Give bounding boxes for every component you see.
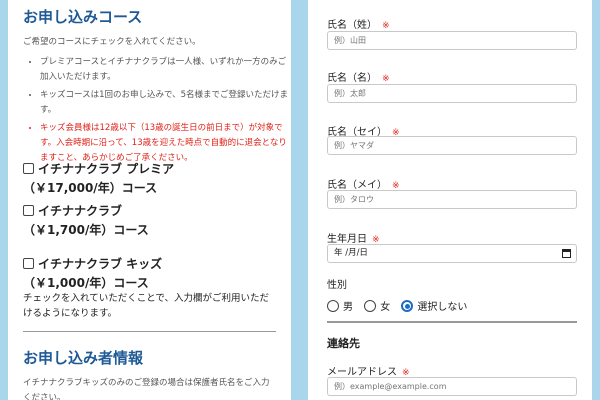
gender-option-unspecified[interactable]: 選択しない bbox=[401, 300, 467, 313]
course-notes: プレミアコースとイチナナクラブは一人様、いずれか一方のみご加入いただけます。 キ… bbox=[22, 55, 291, 169]
checkbox-footnote: チェックを入れていただくことで、入力欄がご利用いただけるようになります。 bbox=[23, 293, 270, 319]
last-name-input[interactable] bbox=[327, 31, 577, 50]
gender-radio-group: 男 女 選択しない bbox=[327, 298, 475, 313]
note-item: キッズコースは1回のお申し込みで、5名様までご登録いただけます。 bbox=[40, 88, 291, 118]
applicant-intro: イチナナクラブキッズのみのご登録の場合は保護者氏名をご入力ください。 bbox=[23, 378, 270, 400]
required-mark: ※ bbox=[382, 74, 390, 84]
birthdate-label: 生年月日 ※ bbox=[327, 234, 380, 245]
gender-option-male[interactable]: 男 bbox=[327, 300, 353, 313]
course-option-kids[interactable]: イチナナクラブ キッズ （￥1,000/年）コース bbox=[23, 255, 273, 293]
last-name-label: 氏名（姓） ※ bbox=[327, 20, 390, 31]
standard-checkbox[interactable] bbox=[23, 205, 34, 216]
first-name-kana-input[interactable] bbox=[327, 190, 577, 209]
gender-label: 性別 bbox=[327, 280, 347, 291]
contact-divider bbox=[327, 321, 577, 323]
premier-checkbox[interactable] bbox=[23, 163, 34, 174]
required-mark: ※ bbox=[382, 21, 390, 31]
radio-unspecified[interactable] bbox=[401, 300, 414, 312]
radio-male[interactable] bbox=[327, 300, 339, 312]
kids-checkbox[interactable] bbox=[23, 258, 34, 269]
gender-option-female[interactable]: 女 bbox=[364, 300, 390, 313]
email-label: メールアドレス ※ bbox=[327, 367, 410, 378]
section-divider bbox=[23, 331, 276, 332]
course-option-premier[interactable]: イチナナクラブ プレミア （￥17,000/年）コース bbox=[23, 160, 273, 198]
course-section-title: お申し込みコース bbox=[23, 8, 143, 26]
applicant-form-panel: 氏名（姓）※ 氏名（名）※ 氏名（セイ）※ 氏名（メイ）※ 生年月日※ 年 /月… bbox=[308, 0, 592, 400]
first-name-label: 氏名（名） ※ bbox=[327, 73, 390, 84]
calendar-icon[interactable] bbox=[562, 249, 571, 258]
course-option-standard[interactable]: イチナナクラブ （￥1,700/年）コース bbox=[23, 202, 273, 240]
first-name-kana-label: 氏名（メイ） ※ bbox=[327, 180, 400, 191]
first-name-input[interactable] bbox=[327, 84, 577, 103]
note-item: プレミアコースとイチナナクラブは一人様、いずれか一方のみご加入いただけます。 bbox=[40, 55, 291, 85]
last-name-kana-input[interactable] bbox=[327, 136, 577, 155]
contact-section-title: 連絡先 bbox=[327, 337, 360, 350]
course-panel: お申し込みコース ご希望のコースにチェックを入れてください。 プレミアコースとイ… bbox=[8, 0, 291, 400]
applicant-section-title: お申し込み者情報 bbox=[23, 349, 144, 367]
birthdate-input[interactable]: 年 /月/日 bbox=[327, 244, 577, 263]
email-input[interactable] bbox=[327, 377, 577, 396]
course-intro: ご希望のコースにチェックを入れてください。 bbox=[23, 37, 201, 47]
radio-female[interactable] bbox=[364, 300, 377, 312]
